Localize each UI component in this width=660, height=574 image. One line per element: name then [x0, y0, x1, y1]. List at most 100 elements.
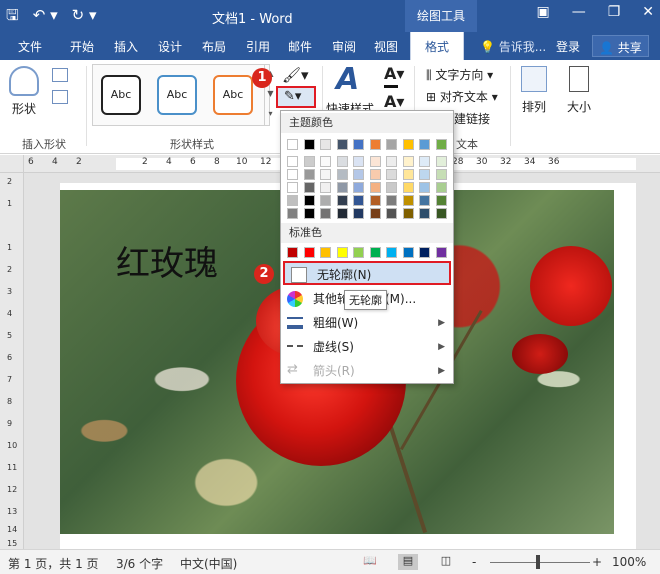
theme-color-swatch[interactable] — [369, 182, 381, 193]
theme-color-swatch[interactable] — [419, 156, 430, 167]
theme-color-swatch[interactable] — [419, 139, 430, 150]
web-layout-icon[interactable]: ◫ — [436, 554, 456, 570]
ribbon-display-icon[interactable]: ▣ — [536, 4, 549, 20]
theme-color-swatch[interactable] — [320, 169, 331, 180]
theme-color-swatch[interactable] — [287, 169, 298, 180]
theme-color-swatch[interactable] — [419, 169, 430, 180]
standard-color-swatch[interactable] — [386, 247, 397, 258]
read-mode-icon[interactable]: 📖 — [360, 554, 380, 570]
theme-color-swatch[interactable] — [419, 208, 430, 219]
theme-color-swatch[interactable] — [435, 169, 447, 180]
theme-color-swatch[interactable] — [287, 139, 298, 150]
tab-mailings[interactable]: 邮件 — [288, 38, 312, 55]
zoom-slider[interactable] — [490, 562, 590, 563]
theme-color-swatch[interactable] — [336, 182, 348, 193]
language-indicator[interactable]: 中文(中国) — [180, 555, 237, 572]
shape-style-preset[interactable]: Abc — [157, 75, 197, 115]
standard-color-swatch[interactable] — [419, 247, 430, 258]
theme-color-swatch[interactable] — [287, 195, 298, 206]
tab-design[interactable]: 设计 — [158, 38, 182, 55]
shapes-button[interactable]: 形状 — [8, 66, 40, 117]
text-outline-icon[interactable]: A▾ — [384, 92, 404, 111]
tab-view[interactable]: 视图 — [374, 38, 398, 55]
theme-color-swatch[interactable] — [386, 182, 397, 193]
standard-color-swatch[interactable] — [320, 247, 331, 258]
tab-review[interactable]: 审阅 — [332, 38, 356, 55]
theme-color-swatch[interactable] — [336, 156, 348, 167]
redo-icon[interactable]: ↻ ▾ — [72, 5, 97, 25]
theme-color-swatch[interactable] — [287, 208, 298, 219]
theme-color-swatch[interactable] — [402, 195, 414, 206]
undo-icon[interactable]: ↶ ▾ — [33, 5, 58, 25]
shape-style-preset[interactable]: Abc — [213, 75, 253, 115]
edit-shape-icon[interactable] — [52, 68, 68, 82]
theme-color-swatch[interactable] — [287, 182, 298, 193]
tab-home[interactable]: 开始 — [70, 38, 94, 55]
word-count[interactable]: 3/6 个字 — [116, 555, 163, 572]
theme-color-swatch[interactable] — [386, 195, 397, 206]
text-fill-icon[interactable]: A▾ — [384, 64, 404, 83]
theme-color-swatch[interactable] — [353, 208, 364, 219]
zoom-out-button[interactable]: - — [472, 555, 476, 569]
standard-color-swatch[interactable] — [353, 247, 364, 258]
document-text[interactable]: 红玫瑰 — [116, 236, 218, 285]
minimize-icon[interactable]: — — [572, 4, 586, 20]
zoom-level[interactable]: 100% — [612, 555, 646, 569]
tell-me-search[interactable]: 💡 告诉我... — [480, 38, 546, 55]
theme-color-swatch[interactable] — [386, 169, 397, 180]
text-direction-button[interactable]: ⫼ 文字方向 ▾ — [426, 66, 493, 83]
theme-color-swatch[interactable] — [303, 182, 315, 193]
save-icon[interactable]: 🖫 — [6, 5, 19, 25]
zoom-in-button[interactable]: + — [592, 555, 602, 569]
theme-color-swatch[interactable] — [435, 139, 447, 150]
theme-color-swatch[interactable] — [320, 156, 331, 167]
close-icon[interactable]: ✕ — [642, 4, 654, 20]
theme-color-swatch[interactable] — [320, 139, 331, 150]
theme-color-swatch[interactable] — [320, 208, 331, 219]
theme-color-swatch[interactable] — [353, 195, 364, 206]
theme-color-swatch[interactable] — [369, 139, 381, 150]
size-button[interactable]: 大小 — [564, 66, 594, 115]
theme-color-swatch[interactable] — [369, 208, 381, 219]
tab-file[interactable]: 文件 — [18, 38, 42, 55]
theme-color-swatch[interactable] — [353, 182, 364, 193]
theme-color-swatch[interactable] — [320, 182, 331, 193]
theme-color-swatch[interactable] — [353, 156, 364, 167]
standard-color-swatch[interactable] — [435, 247, 447, 258]
text-box-icon[interactable] — [52, 90, 68, 104]
theme-color-swatch[interactable] — [336, 208, 348, 219]
theme-color-swatch[interactable] — [402, 156, 414, 167]
standard-color-swatch[interactable] — [369, 247, 381, 258]
theme-color-swatch[interactable] — [386, 208, 397, 219]
theme-color-swatch[interactable] — [320, 195, 331, 206]
theme-color-swatch[interactable] — [369, 169, 381, 180]
shape-fill-icon[interactable]: 🖌▾ — [282, 66, 309, 84]
shape-outline-button[interactable]: ✎▾ — [276, 86, 316, 108]
weight-item[interactable]: 粗细(W) ▶ — [281, 311, 453, 335]
theme-color-swatch[interactable] — [435, 195, 447, 206]
wordart-icon[interactable]: A — [336, 62, 359, 97]
theme-color-swatch[interactable] — [353, 169, 364, 180]
share-button[interactable]: 👤 共享 — [592, 35, 649, 57]
restore-icon[interactable]: ❐ — [608, 4, 621, 20]
theme-color-swatch[interactable] — [303, 156, 315, 167]
no-outline-item[interactable]: 无轮廓(N) — [283, 261, 451, 285]
page-count[interactable]: 第 1 页，共 1 页 — [8, 555, 99, 572]
theme-color-swatch[interactable] — [419, 182, 430, 193]
standard-color-swatch[interactable] — [336, 247, 348, 258]
create-link-button[interactable]: 建链接 — [454, 110, 490, 127]
theme-color-swatch[interactable] — [435, 208, 447, 219]
zoom-slider-thumb[interactable] — [536, 555, 540, 569]
theme-color-swatch[interactable] — [353, 139, 364, 150]
theme-color-swatch[interactable] — [386, 156, 397, 167]
theme-color-swatch[interactable] — [336, 169, 348, 180]
theme-color-swatch[interactable] — [303, 169, 315, 180]
tab-format[interactable]: 格式 — [410, 32, 465, 60]
vertical-ruler[interactable]: 2 1 1 2 3 4 5 6 7 8 9 10 11 12 13 14 15 — [0, 173, 24, 549]
theme-color-swatch[interactable] — [303, 195, 315, 206]
tab-insert[interactable]: 插入 — [114, 38, 138, 55]
standard-color-swatch[interactable] — [303, 247, 315, 258]
theme-color-swatch[interactable] — [386, 139, 397, 150]
shape-style-preset[interactable]: Abc — [101, 75, 141, 115]
theme-color-swatch[interactable] — [303, 139, 315, 150]
